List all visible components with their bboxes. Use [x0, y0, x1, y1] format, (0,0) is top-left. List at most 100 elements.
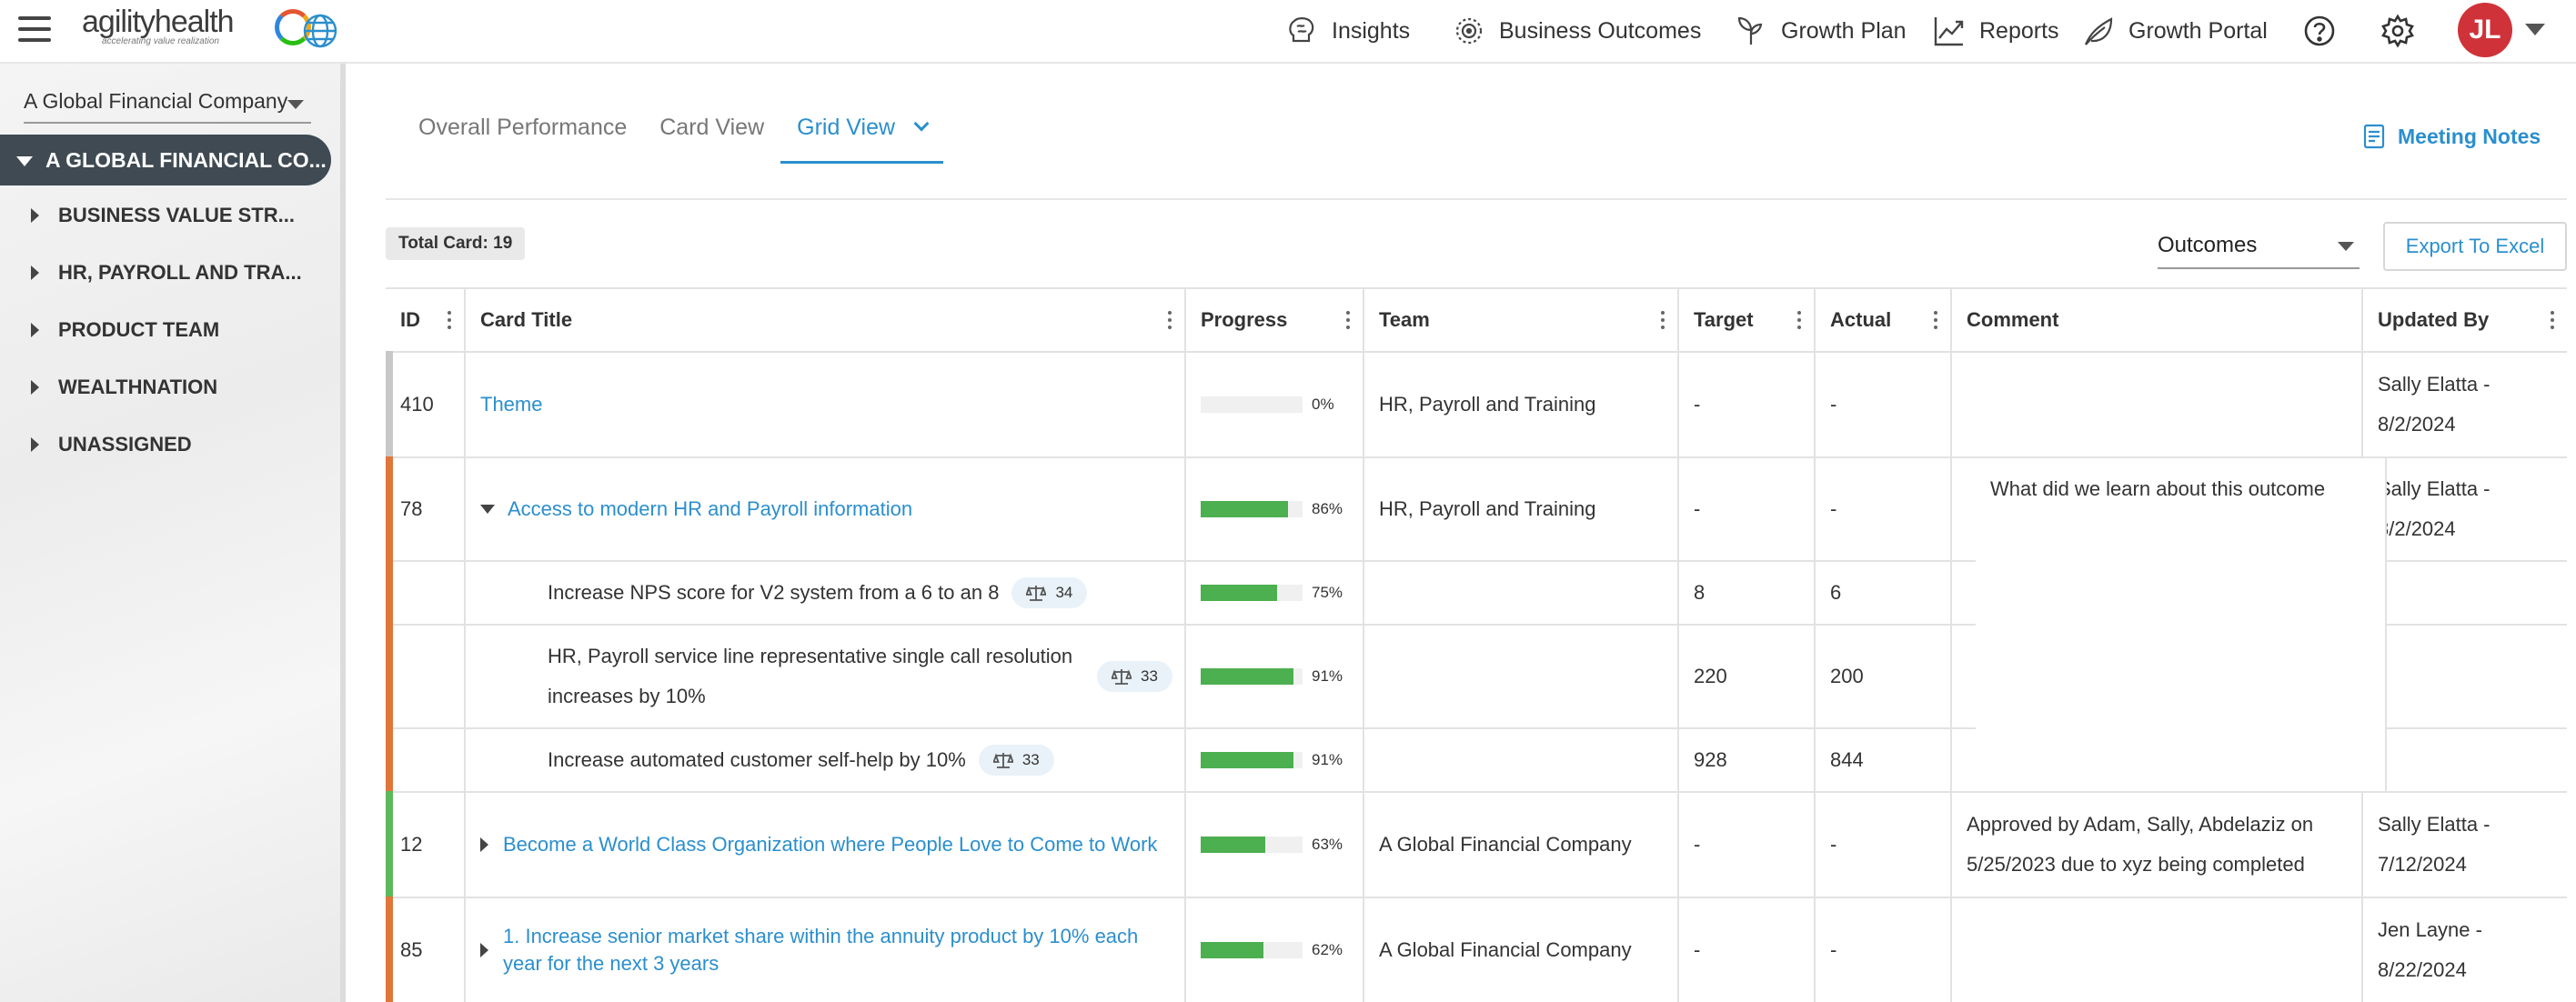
key-result-badge[interactable]: 33	[978, 745, 1054, 776]
column-header-label: Card Title	[480, 308, 573, 331]
column-menu-icon[interactable]	[1934, 311, 1937, 329]
caret-right-icon[interactable]	[31, 323, 39, 337]
caret-down-icon	[2338, 242, 2354, 251]
tree-item-wealthnation[interactable]: WEALTHNATION	[0, 369, 331, 406]
column-header-card-title[interactable]: Card Title	[466, 289, 1186, 351]
tree-item-hr-payroll[interactable]: HR, PAYROLL AND TRA...	[0, 255, 331, 291]
key-result-badge[interactable]: 33	[1097, 661, 1172, 692]
help-icon[interactable]	[2301, 13, 2338, 49]
table-row[interactable]: 410 Theme 0% HR, Payroll and Training - …	[386, 351, 2567, 458]
column-header-actual[interactable]: Actual	[1816, 289, 1952, 351]
column-header-team[interactable]: Team	[1364, 289, 1679, 351]
divider	[386, 198, 2567, 200]
key-result-title: Increase automated customer self-help by…	[548, 748, 966, 771]
cell-progress: 0%	[1186, 353, 1364, 456]
column-menu-icon[interactable]	[1661, 311, 1665, 329]
tree-item-label: HR, PAYROLL AND TRA...	[58, 261, 302, 284]
progress-bar	[1201, 942, 1303, 958]
hamburger-menu-icon[interactable]	[18, 16, 51, 42]
column-header-label: Progress	[1201, 308, 1288, 331]
cell-comment	[1952, 353, 2363, 456]
progress-bar	[1201, 501, 1303, 517]
sidebar: A Global Financial Company A GLOBAL FINA…	[0, 64, 346, 1002]
cell-progress: 86%	[1186, 458, 1364, 560]
tab-overall-performance[interactable]: Overall Performance	[402, 115, 643, 164]
cell-progress: 91%	[1186, 626, 1364, 727]
logo-tagline: accelerating value realization	[102, 36, 219, 46]
column-header-comment[interactable]: Comment	[1952, 289, 2363, 351]
chart-icon	[1934, 17, 1964, 46]
column-header-progress[interactable]: Progress	[1186, 289, 1364, 351]
tree-item-label: UNASSIGNED	[58, 433, 192, 456]
table-row[interactable]: 12 Become a World Class Organization whe…	[386, 791, 2567, 898]
column-menu-icon[interactable]	[2551, 311, 2554, 329]
cell-card-title: Theme	[466, 353, 1186, 456]
grid-header-row: ID Card Title Progress Team Target Actua…	[386, 289, 2567, 353]
tree-root-node[interactable]: A GLOBAL FINANCIAL CO...	[0, 135, 331, 185]
cell-comment: Approved by Adam, Sally, Abdelaziz on 5/…	[1952, 793, 2363, 897]
caret-right-icon[interactable]	[31, 208, 39, 223]
nav-label: Business Outcomes	[1499, 17, 1702, 44]
column-menu-icon[interactable]	[1168, 311, 1172, 329]
cell-target: 8	[1679, 562, 1816, 624]
card-type-select-value: Outcomes	[2158, 233, 2258, 257]
cell-team: A Global Financial Company	[1364, 793, 1679, 897]
column-header-updated-by[interactable]: Updated By	[2363, 289, 2567, 351]
company-select[interactable]: A Global Financial Company	[24, 76, 311, 124]
column-header-target[interactable]: Target	[1679, 289, 1816, 351]
cell-progress: 75%	[1186, 562, 1364, 624]
export-to-excel-button[interactable]: Export To Excel	[2383, 222, 2567, 271]
column-menu-icon[interactable]	[448, 311, 451, 329]
column-header-id[interactable]: ID	[386, 289, 466, 351]
card-type-select[interactable]: Outcomes	[2158, 227, 2360, 269]
globe-icon[interactable]	[302, 13, 338, 49]
outcomes-grid: ID Card Title Progress Team Target Actua…	[386, 287, 2567, 1002]
card-title-link[interactable]: 1. Increase senior market share within t…	[503, 923, 1158, 977]
agilityhealth-logo[interactable]: agilityhealth accelerating value realiza…	[82, 5, 311, 56]
key-result-badge[interactable]: 34	[1011, 577, 1088, 608]
nav-reports[interactable]: Reports	[1932, 0, 2059, 62]
collapse-caret-icon[interactable]	[480, 505, 495, 514]
chevron-down-icon[interactable]	[2525, 24, 2545, 35]
cell-team	[1364, 729, 1679, 791]
status-color-bar	[386, 897, 393, 1002]
meeting-notes-button[interactable]: Meeting Notes	[2363, 124, 2541, 149]
column-header-label: Comment	[1967, 308, 2059, 331]
tab-card-view[interactable]: Card View	[643, 115, 780, 164]
card-title-link[interactable]: Theme	[480, 385, 542, 425]
nav-business-outcomes[interactable]: Business Outcomes	[1452, 0, 1701, 62]
column-menu-icon[interactable]	[1346, 311, 1350, 329]
cell-key-result-title: Increase automated customer self-help by…	[466, 729, 1186, 791]
progress-fill	[1201, 501, 1289, 517]
table-row[interactable]: 85 1. Increase senior market share withi…	[386, 897, 2567, 1002]
expand-caret-icon[interactable]	[480, 943, 488, 957]
cell-id	[386, 729, 466, 791]
expand-caret-icon[interactable]	[480, 837, 488, 852]
cell-comment	[1952, 898, 2363, 1002]
cell-id	[386, 562, 466, 624]
gear-icon[interactable]	[2380, 13, 2416, 49]
brain-icon	[1289, 17, 1314, 43]
cell-target: -	[1679, 458, 1816, 560]
cell-card-title: 1. Increase senior market share within t…	[466, 898, 1186, 1002]
nav-insights[interactable]: Insights	[1284, 0, 1410, 62]
tree-item-product-team[interactable]: PRODUCT TEAM	[0, 312, 331, 348]
nav-growth-portal[interactable]: Growth Portal	[2081, 0, 2268, 62]
card-title-link[interactable]: Access to modern HR and Payroll informat…	[508, 489, 912, 529]
tab-grid-view[interactable]: Grid View	[780, 115, 943, 164]
caret-right-icon[interactable]	[31, 437, 39, 452]
key-result-badge-count: 33	[1141, 667, 1158, 685]
tree-item-unassigned[interactable]: UNASSIGNED	[0, 426, 331, 463]
column-menu-icon[interactable]	[1797, 311, 1801, 329]
caret-down-icon[interactable]	[16, 156, 33, 166]
tab-grid-view-label: Grid View	[797, 115, 896, 140]
caret-right-icon[interactable]	[31, 380, 39, 395]
cell-actual: -	[1816, 353, 1952, 456]
nav-growth-plan[interactable]: Growth Plan	[1734, 0, 1907, 62]
outcome-group: 78 Access to modern HR and Payroll infor…	[386, 456, 2567, 793]
caret-right-icon[interactable]	[31, 266, 39, 280]
chevron-down-icon[interactable]	[913, 115, 930, 132]
tree-item-business-value-stream[interactable]: BUSINESS VALUE STR...	[0, 197, 331, 234]
user-avatar[interactable]: JL	[2458, 3, 2512, 57]
card-title-link[interactable]: Become a World Class Organization where …	[503, 825, 1157, 865]
